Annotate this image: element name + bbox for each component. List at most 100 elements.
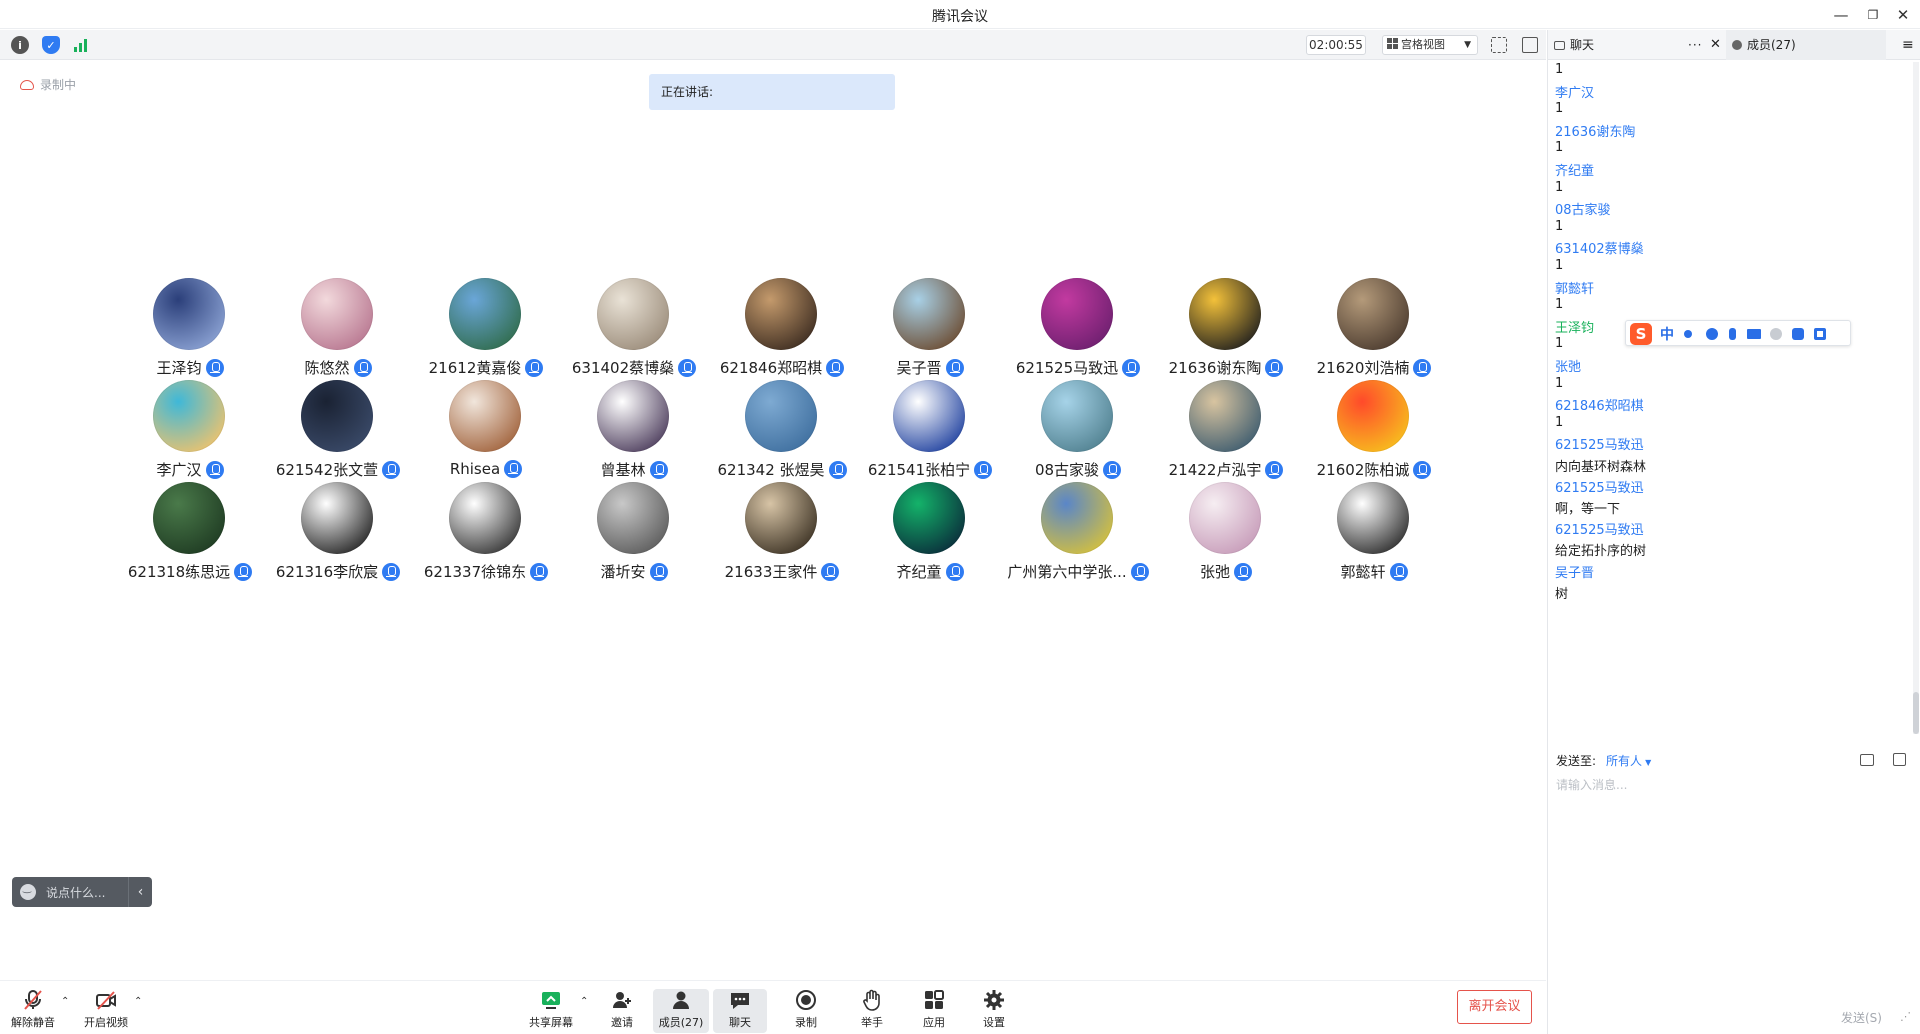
resize-handle-icon[interactable]: ⋰ <box>1900 1010 1911 1023</box>
participant-tile[interactable]: 621846郑昭棋 <box>708 278 856 378</box>
start-video-button[interactable]: 开启视频 <box>78 989 134 1033</box>
close-chat-icon[interactable]: ✕ <box>1710 30 1721 60</box>
participant-tile[interactable]: 21633王家件 <box>708 482 856 582</box>
avatar[interactable] <box>893 278 965 350</box>
chat-sender-name[interactable]: 王泽钧 <box>1555 317 1594 336</box>
chat-scrollbar[interactable] <box>1913 62 1919 734</box>
participant-tile[interactable]: 潘圻安 <box>560 482 708 582</box>
avatar[interactable] <box>1189 380 1261 452</box>
avatar[interactable] <box>449 380 521 452</box>
chat-sender-name[interactable]: 郭懿轩 <box>1555 278 1594 297</box>
avatar[interactable] <box>597 380 669 452</box>
participant-tile[interactable]: 21602陈柏诚 <box>1300 380 1448 480</box>
chat-sender-name[interactable]: 吴子晋 <box>1555 562 1594 581</box>
settings-button[interactable]: 设置 <box>966 989 1022 1033</box>
chat-sender-name[interactable]: 张弛 <box>1555 356 1581 375</box>
participant-tile[interactable]: 曾基林 <box>560 380 708 480</box>
voice-icon[interactable] <box>1729 328 1736 340</box>
audio-options-caret-icon[interactable]: ⌃ <box>61 996 69 1007</box>
avatar[interactable] <box>745 482 817 554</box>
avatar[interactable] <box>893 482 965 554</box>
participant-tile[interactable]: 王泽钧 <box>116 278 264 378</box>
participant-tile[interactable]: 621541张柏宁 <box>856 380 1004 480</box>
avatar[interactable] <box>1041 482 1113 554</box>
avatar[interactable] <box>597 278 669 350</box>
avatar[interactable] <box>893 380 965 452</box>
share-options-caret-icon[interactable]: ⌃ <box>580 996 588 1007</box>
chat-sender-name[interactable]: 08古家骏 <box>1555 199 1611 218</box>
tab-members[interactable]: 成员(27) <box>1726 30 1886 60</box>
participant-tile[interactable]: 621342 张煜昊 <box>708 380 856 480</box>
punctuation-icon[interactable] <box>1684 330 1692 338</box>
avatar[interactable] <box>1337 380 1409 452</box>
menu-icon[interactable]: ≡ <box>1902 30 1914 60</box>
participant-tile[interactable]: 621316李欣宸 <box>264 482 412 582</box>
avatar[interactable] <box>153 278 225 350</box>
tab-chat[interactable]: 聊天 <box>1554 30 1594 60</box>
invite-button[interactable]: 邀请 <box>594 989 650 1033</box>
screenshot-icon[interactable] <box>1893 753 1906 766</box>
chat-sender-name[interactable]: 621846郑昭棋 <box>1555 395 1644 414</box>
participant-tile[interactable]: 陈悠然 <box>264 278 412 378</box>
avatar[interactable] <box>1189 482 1261 554</box>
chat-button[interactable]: 聊天 <box>713 989 767 1033</box>
avatar[interactable] <box>153 482 225 554</box>
participant-tile[interactable]: 21422卢泓宇 <box>1152 380 1300 480</box>
avatar[interactable] <box>301 278 373 350</box>
participant-tile[interactable]: 621337徐锦东 <box>412 482 560 582</box>
avatar[interactable] <box>1189 278 1261 350</box>
unmute-button[interactable]: 解除静音 <box>5 989 61 1033</box>
participant-tile[interactable]: 631402蔡博燊 <box>560 278 708 378</box>
toolbox-icon[interactable] <box>1814 328 1826 340</box>
avatar[interactable] <box>449 278 521 350</box>
fullscreen-icon[interactable] <box>1491 37 1507 53</box>
avatar[interactable] <box>745 278 817 350</box>
signal-icon[interactable] <box>72 36 90 54</box>
chat-sender-name[interactable]: 621525马致迅 <box>1555 434 1644 453</box>
avatar[interactable] <box>449 482 521 554</box>
chat-scrollbar-thumb[interactable] <box>1913 692 1919 734</box>
user-icon[interactable] <box>1770 328 1782 340</box>
info-icon[interactable]: i <box>11 36 29 54</box>
participant-tile[interactable]: 21612黄嘉俊 <box>412 278 560 378</box>
send-to-value[interactable]: 所有人 <box>1606 754 1642 768</box>
participant-tile[interactable]: 郭懿轩 <box>1300 482 1448 582</box>
emoji-icon[interactable] <box>20 883 36 900</box>
participant-tile[interactable]: 李广汉 <box>116 380 264 480</box>
avatar[interactable] <box>153 380 225 452</box>
sidebar-toggle-icon[interactable] <box>1522 37 1538 53</box>
view-mode-dropdown[interactable]: 宫格视图 ▼ <box>1382 35 1478 55</box>
participant-tile[interactable]: 621525马致迅 <box>1004 278 1152 378</box>
chat-sender-name[interactable]: 齐纪童 <box>1555 160 1594 179</box>
participant-tile[interactable]: 21620刘浩楠 <box>1300 278 1448 378</box>
chat-sender-name[interactable]: 621525马致迅 <box>1555 477 1644 496</box>
apps-button[interactable]: 应用 <box>906 989 962 1033</box>
raise-hand-button[interactable]: 举手 <box>844 989 900 1033</box>
avatar[interactable] <box>1337 278 1409 350</box>
shield-icon[interactable]: ✓ <box>42 36 60 54</box>
participant-tile[interactable]: 621542张文萱 <box>264 380 412 480</box>
leave-meeting-button[interactable]: 离开会议 <box>1457 990 1532 1024</box>
skin-icon[interactable] <box>1792 328 1804 340</box>
avatar[interactable] <box>301 380 373 452</box>
chat-sender-name[interactable]: 631402蔡博燊 <box>1555 238 1644 257</box>
avatar[interactable] <box>1041 380 1113 452</box>
avatar[interactable] <box>1041 278 1113 350</box>
file-icon[interactable] <box>1860 754 1874 766</box>
chat-sender-name[interactable]: 621525马致迅 <box>1555 519 1644 538</box>
share-screen-button[interactable]: 共享屏幕 <box>523 989 579 1033</box>
avatar[interactable] <box>745 380 817 452</box>
participant-tile[interactable]: 齐纪童 <box>856 482 1004 582</box>
emoji-icon[interactable] <box>1706 328 1718 340</box>
participant-tile[interactable]: 广州第六中学张... <box>1004 482 1152 582</box>
chat-input[interactable]: 请输入消息... <box>1556 776 1627 793</box>
send-to-selector[interactable]: 发送至: 所有人 ▼ <box>1556 752 1651 769</box>
collapse-arrow-icon[interactable]: ‹ <box>128 877 152 907</box>
ime-mode[interactable]: 中 <box>1660 324 1674 344</box>
avatar[interactable] <box>301 482 373 554</box>
quick-chat-box[interactable]: 说点什么... ‹ <box>12 877 152 907</box>
more-options-icon[interactable]: ··· <box>1688 30 1702 60</box>
participant-tile[interactable]: 张弛 <box>1152 482 1300 582</box>
participant-tile[interactable]: Rhisea <box>412 380 560 480</box>
keyboard-icon[interactable] <box>1747 329 1761 339</box>
